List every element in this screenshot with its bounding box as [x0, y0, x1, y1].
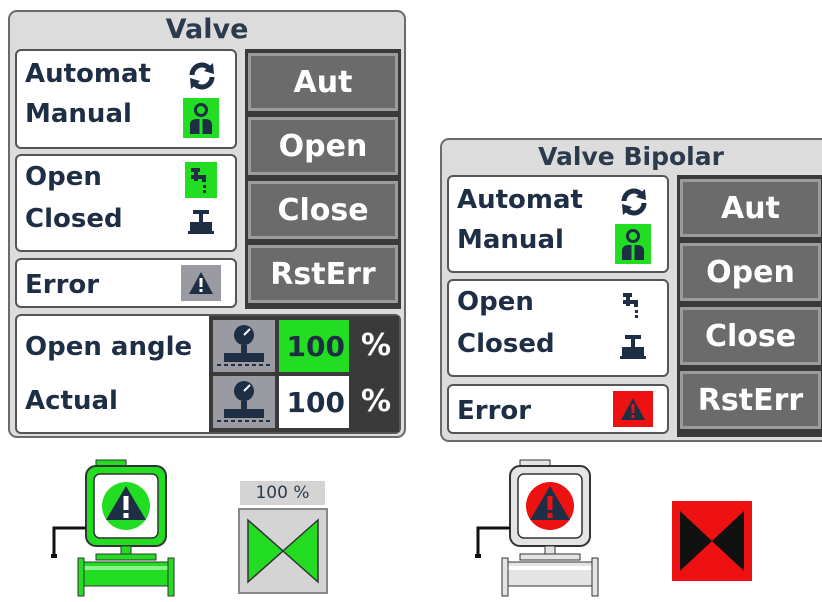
valve-bipolar-close-button[interactable]: Close: [680, 307, 821, 365]
valve-actual-gauge-icon: [213, 376, 275, 428]
valve-mode-automat-label: Automat: [25, 59, 151, 89]
valve-bipolar-actuator-symbol[interactable]: [470, 458, 600, 600]
valve-open-angle-unit: %: [361, 328, 392, 363]
valve-bipolar-mode-manual-label: Manual: [457, 225, 564, 255]
valve-actual-label: Actual: [25, 386, 118, 416]
valve-rsterr-button[interactable]: RstErr: [248, 245, 398, 303]
valve-bipolar-state-closed-label: Closed: [457, 329, 555, 359]
valve-state-open-label: Open: [25, 162, 102, 192]
valve-automat-refresh-icon: [185, 59, 219, 93]
valve-actuator-symbol[interactable]: [46, 458, 176, 600]
valve-state-box: Open Closed: [15, 154, 237, 252]
valve-bipolar-faceplate: Valve Bipolar Automat Manual Open Closed: [440, 138, 822, 442]
valve-open-angle-gauge-icon: [213, 320, 275, 372]
valve-manual-operator-icon: [183, 98, 219, 138]
valve-mode-box: Automat Manual: [15, 49, 237, 149]
valve-title: Valve: [165, 14, 249, 45]
valve-state-closed-label: Closed: [25, 204, 123, 234]
valve-faceplate: Valve Automat Manual Open Closed Error A…: [8, 10, 406, 438]
valve-bipolar-open-tap-icon: [617, 287, 649, 323]
valve-actual-value: 100: [279, 376, 349, 428]
valve-bipolar-mode-box: Automat Manual: [447, 175, 669, 273]
valve-error-box: Error: [15, 258, 237, 308]
valve-error-label: Error: [25, 270, 100, 300]
valve-symbol-bowtie-icon[interactable]: [238, 508, 328, 594]
valve-aut-button[interactable]: Aut: [248, 53, 398, 111]
valve-open-tap-icon: [185, 162, 217, 198]
valve-mode-manual-label: Manual: [25, 99, 132, 129]
valve-bipolar-state-box: Open Closed: [447, 279, 669, 377]
valve-bipolar-open-button[interactable]: Open: [680, 243, 821, 301]
valve-open-button[interactable]: Open: [248, 117, 398, 175]
valve-error-warning-icon: [181, 265, 221, 301]
valve-bipolar-title: Valve Bipolar: [538, 142, 724, 171]
valve-bipolar-closed-tap-icon: [617, 329, 649, 365]
valve-bipolar-mode-automat-label: Automat: [457, 185, 583, 215]
valve-open-angle-value: 100: [279, 320, 349, 372]
valve-symbol-position-label: 100 %: [240, 481, 325, 505]
valve-bipolar-error-box: Error: [447, 384, 669, 434]
valve-bipolar-automat-refresh-icon: [617, 185, 651, 219]
valve-closed-tap-icon: [185, 204, 217, 240]
valve-bipolar-state-open-label: Open: [457, 287, 534, 317]
valve-analog-box: Open angle Actual 100 % 100 %: [15, 314, 401, 434]
valve-actual-unit: %: [361, 384, 392, 419]
valve-bipolar-manual-operator-icon: [615, 224, 651, 264]
valve-bipolar-rsterr-button[interactable]: RstErr: [680, 371, 821, 429]
valve-bipolar-aut-button[interactable]: Aut: [680, 179, 821, 237]
valve-bipolar-error-warning-icon: [613, 391, 653, 427]
valve-bipolar-error-label: Error: [457, 396, 532, 426]
valve-bipolar-bowtie-icon[interactable]: [672, 501, 752, 581]
valve-close-button[interactable]: Close: [248, 181, 398, 239]
valve-open-angle-label: Open angle: [25, 332, 193, 362]
